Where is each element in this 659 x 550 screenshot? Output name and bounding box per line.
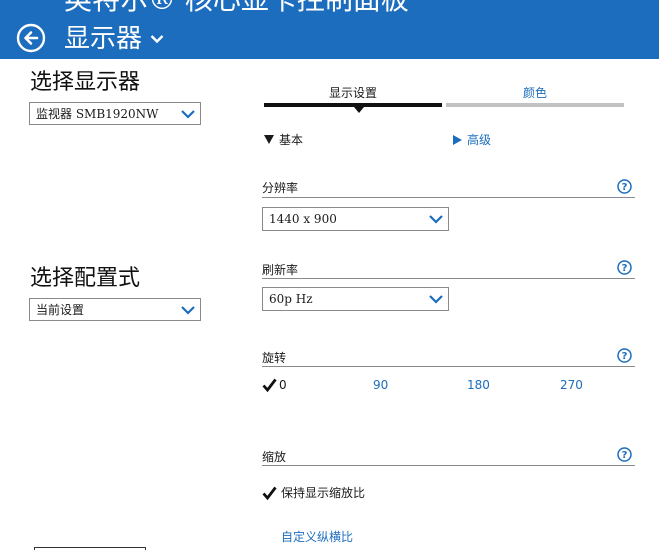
custom-aspect-ratio-link[interactable]: 自定义纵横比 — [281, 528, 353, 545]
svg-text:?: ? — [622, 263, 628, 274]
rotation-option-180[interactable]: 180 — [467, 378, 490, 392]
back-button[interactable] — [16, 23, 46, 53]
rotation-option-0[interactable]: 0 — [262, 378, 287, 392]
refresh-rate-label: 刷新率 — [262, 263, 299, 277]
tab-display-settings[interactable]: 显示设置 — [264, 84, 442, 101]
app-header: 英特尔® 核心显卡控制面板 显示器 — [0, 0, 659, 59]
resolution-select[interactable]: 1440 x 900 — [262, 207, 449, 231]
basic-mode-toggle[interactable]: 基本 — [264, 131, 303, 148]
divider — [262, 366, 635, 367]
chevron-down-icon — [150, 34, 164, 43]
tab-color[interactable]: 颜色 — [446, 84, 624, 101]
advanced-mode-toggle[interactable]: 高级 — [453, 131, 491, 148]
svg-text:?: ? — [622, 182, 628, 193]
rotation-option-270[interactable]: 270 — [560, 378, 583, 392]
tab-inactive-indicator — [446, 103, 624, 107]
svg-text:?: ? — [622, 351, 628, 362]
divider — [262, 197, 635, 198]
help-icon[interactable]: ? — [617, 447, 632, 462]
divider — [262, 278, 635, 279]
app-title: 英特尔® 核心显卡控制面板 — [64, 0, 409, 18]
svg-text:?: ? — [622, 450, 628, 461]
chevron-down-icon — [181, 110, 195, 119]
refresh-rate-value: 60p Hz — [269, 292, 313, 306]
display-select-value: 监视器 SMB1920NW — [36, 107, 159, 121]
resolution-label: 分辨率 — [262, 181, 299, 195]
keep-scaling-ratio-option[interactable]: 保持显示缩放比 — [262, 484, 365, 501]
help-icon[interactable]: ? — [617, 348, 632, 363]
rotation-label: 旋转 — [262, 351, 287, 365]
divider — [262, 465, 635, 466]
page-title: 显示器 — [64, 24, 143, 54]
tab-active-indicator — [264, 103, 442, 107]
chevron-down-icon — [429, 215, 443, 224]
refresh-rate-select[interactable]: 60p Hz — [262, 287, 449, 311]
checkmark-icon — [262, 378, 277, 392]
back-arrow-circle-icon — [16, 23, 46, 53]
select-profile-heading: 选择配置式 — [30, 266, 141, 291]
help-icon[interactable]: ? — [617, 260, 632, 275]
rotation-option-label: 0 — [279, 378, 287, 392]
profile-select-value: 当前设置 — [36, 303, 85, 317]
profile-select[interactable]: 当前设置 — [29, 298, 201, 321]
select-display-heading: 选择显示器 — [30, 70, 141, 95]
rotation-option-90[interactable]: 90 — [373, 378, 388, 392]
display-select[interactable]: 监视器 SMB1920NW — [29, 102, 201, 125]
triangle-down-icon — [264, 135, 274, 144]
triangle-right-icon — [453, 134, 462, 145]
keep-scaling-ratio-label: 保持显示缩放比 — [281, 486, 366, 500]
page-title-dropdown[interactable]: 显示器 — [64, 18, 164, 55]
tab-pointer-icon — [354, 107, 364, 113]
help-icon[interactable]: ? — [617, 179, 632, 194]
advanced-mode-label: 高级 — [467, 133, 492, 147]
scaling-label: 缩放 — [262, 450, 287, 464]
chevron-down-icon — [181, 306, 195, 315]
checkmark-icon — [262, 486, 277, 500]
chevron-down-icon — [429, 295, 443, 304]
basic-mode-label: 基本 — [279, 133, 304, 147]
resolution-value: 1440 x 900 — [269, 212, 337, 226]
